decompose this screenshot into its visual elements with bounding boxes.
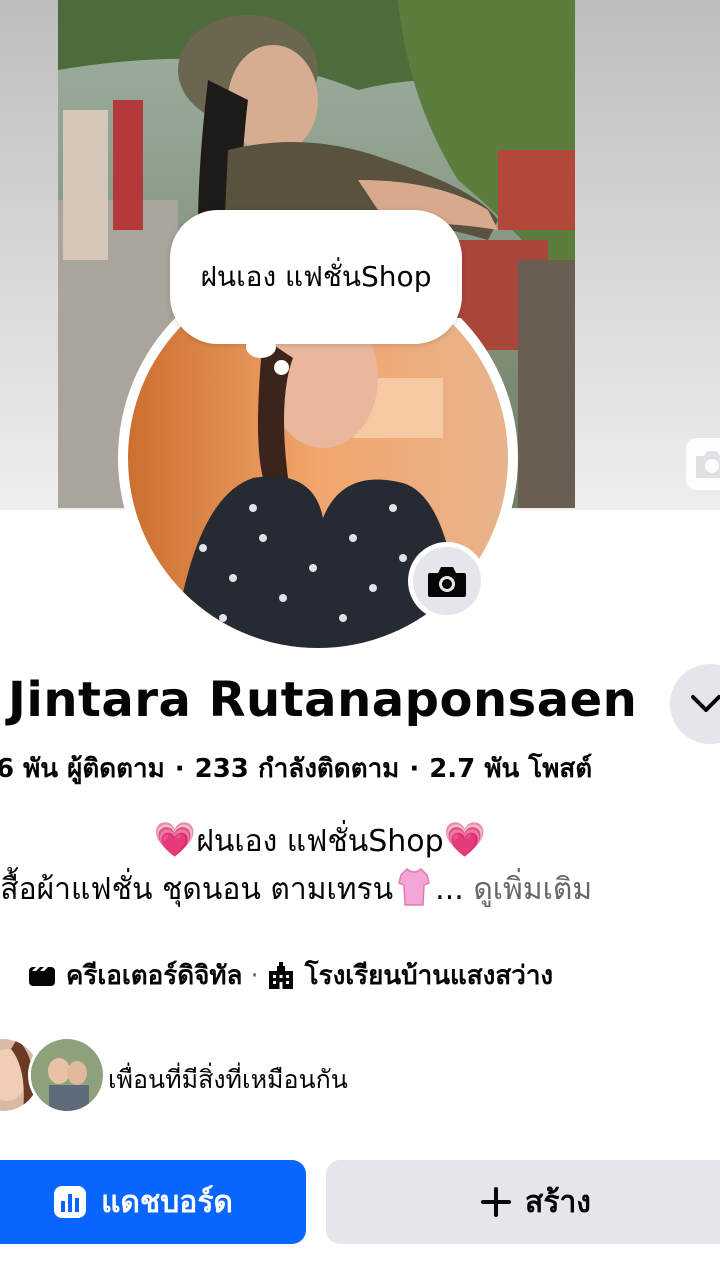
profile-details: ครีเอเตอร์ดิจิทัล · โรงเรียนบ้านแสงสว่าง (28, 955, 553, 996)
bio-line-1: 💗ฝนเอง แฟชั่นShop💗 (0, 818, 640, 865)
see-more-link[interactable]: ดูเพิ่มเติม (473, 872, 592, 907)
posts-count[interactable]: 2.7 พัน โพสต์ (429, 754, 592, 784)
stats-separator: · (174, 754, 185, 784)
profile-options-button[interactable] (670, 664, 720, 744)
bio-line-2: เสื้อผ้าแฟชั่น ชุดนอน ตามเทรน ... ดูเพิ่… (0, 866, 592, 913)
edit-cover-button[interactable] (686, 438, 720, 490)
note-bubble-tail (246, 336, 276, 358)
bio-description: เสื้อผ้าแฟชั่น ชุดนอน ตามเทรน (0, 872, 394, 907)
school-link[interactable]: โรงเรียนบ้านแสงสว่าง (305, 955, 553, 996)
dashboard-label: แดชบอร์ด (101, 1184, 233, 1220)
building-icon (268, 961, 293, 989)
create-button[interactable]: สร้าง (326, 1160, 720, 1244)
heart-emoji: 💗 (153, 820, 197, 860)
bar-chart-icon (54, 1186, 87, 1218)
note-bubble-tail-small (274, 360, 289, 375)
chevron-down-icon (691, 695, 720, 712)
bio-title: ฝนเอง แฟชั่นShop (196, 824, 444, 859)
camera-icon (428, 567, 466, 597)
camera-icon (696, 451, 720, 478)
shirt-icon (398, 867, 431, 906)
stats-separator: · (409, 754, 420, 784)
profile-note[interactable]: ฝนเอง แฟชั่นShop (170, 210, 462, 344)
profile-name: Jintara Rutanaponsaen (8, 672, 638, 728)
bio-ellipsis: ... (435, 872, 464, 907)
heart-emoji: 💗 (443, 820, 487, 860)
following-count[interactable]: 233 กำลังติดตาม (195, 754, 400, 784)
create-label: สร้าง (525, 1184, 591, 1220)
category-text: ครีเอเตอร์ดิจิทัล (66, 961, 243, 991)
mutual-friends-label: เพื่อนที่มีสิ่งที่เหมือนกัน (108, 1065, 348, 1094)
profile-stats: 6 พัน ผู้ติดตาม · 233 กำลังติดตาม · 2.7 พัน … (0, 748, 592, 789)
friend-avatar (28, 1036, 106, 1114)
plus-icon (481, 1187, 512, 1217)
dashboard-button[interactable]: แดชบอร์ด (0, 1160, 306, 1244)
edit-profile-picture-button[interactable] (408, 542, 486, 620)
mutual-friends-row[interactable]: เพื่อนที่มีสิ่งที่เหมือนกัน (0, 1036, 720, 1116)
video-icon (29, 966, 55, 986)
details-separator: · (250, 960, 259, 991)
followers-count[interactable]: 6 พัน ผู้ติดตาม (0, 754, 165, 784)
profile-note-text: ฝนเอง แฟชั่นShop (200, 260, 432, 293)
